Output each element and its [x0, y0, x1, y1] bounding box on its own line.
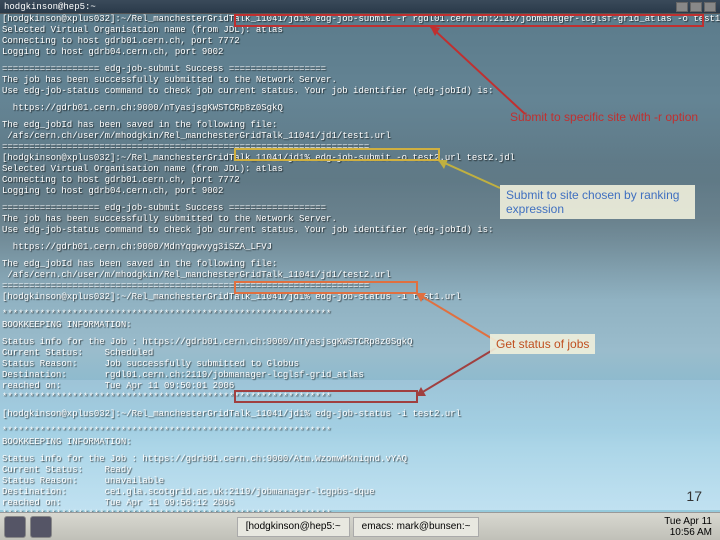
terminal-line: Status info for the Job : https://gdrb01… [0, 337, 720, 348]
desktop-taskbar: [hodgkinson@hep5:~ emacs: mark@bunsen:~ … [0, 512, 720, 540]
terminal-line: ========================================… [0, 142, 720, 153]
terminal-line: Status Reason: Job successfully submitte… [0, 359, 720, 370]
slide-number: 17 [686, 488, 702, 504]
terminal-line: [hodgkinson@xplus032]:~/Rel_manchesterGr… [0, 153, 720, 164]
terminal-line: [hodgkinson@xplus032]:~/Rel_manchesterGr… [0, 14, 720, 25]
terminal-line: /afs/cern.ch/user/m/mhodgkin/Rel_manches… [0, 131, 720, 142]
terminal-line: ****************************************… [0, 392, 720, 403]
terminal-line: The edg_jobId has been saved in the foll… [0, 259, 720, 270]
annotation-submit-specific: Submit to specific site with -r option [510, 110, 698, 124]
terminal-line: reached on: Tue Apr 11 09:56:12 2006 [0, 498, 720, 509]
terminal-line: The job has been successfully submitted … [0, 75, 720, 86]
terminal-line: BOOKKEEPING INFORMATION: [0, 320, 720, 331]
terminal-line: [hodgkinson@xplus032]:~/Rel_manchesterGr… [0, 292, 720, 303]
terminal-line: Selected Virtual Organisation name (from… [0, 164, 720, 175]
terminal-line: Status info for the Job : https://gdrb01… [0, 454, 720, 465]
app-launcher-1[interactable] [4, 516, 26, 538]
minimize-button[interactable] [676, 2, 688, 12]
taskbar-windows: [hodgkinson@hep5:~ emacs: mark@bunsen:~ [56, 517, 660, 537]
terminal-line: ****************************************… [0, 426, 720, 437]
taskbar-clock: Tue Apr 11 10:56 AM [664, 516, 716, 538]
terminal-line: Use edg-job-status command to check job … [0, 225, 720, 236]
terminal-line: /afs/cern.ch/user/m/mhodgkin/Rel_manches… [0, 270, 720, 281]
terminal-line: Status Reason: unavailable [0, 476, 720, 487]
terminal-line: Use edg-job-status command to check job … [0, 86, 720, 97]
terminal-line: reached on: Tue Apr 11 09:50:01 2006 [0, 381, 720, 392]
window-title: hodgkinson@hep5:~ [4, 2, 96, 12]
terminal-line: BOOKKEEPING INFORMATION: [0, 437, 720, 448]
clock-date: Tue Apr 11 [664, 516, 712, 527]
clock-time: 10:56 AM [664, 527, 712, 538]
terminal-line: [hodgkinson@xplus032]:~/Rel_manchesterGr… [0, 409, 720, 420]
terminal-line: https://gdrb01.cern.ch:9000/MdnYqgwvyg3i… [0, 242, 720, 253]
terminal-line: Selected Virtual Organisation name (from… [0, 25, 720, 36]
annotation-submit-ranking: Submit to site chosen by ranking express… [500, 185, 695, 219]
terminal-line: Logging to host gdrb04.cern.ch, port 900… [0, 47, 720, 58]
taskbar-window-terminal[interactable]: [hodgkinson@hep5:~ [237, 517, 350, 537]
close-button[interactable] [704, 2, 716, 12]
terminal-line: ================== edg-job-submit Succes… [0, 64, 720, 75]
window-titlebar: hodgkinson@hep5:~ [0, 0, 720, 14]
terminal-line: Current Status: Ready [0, 465, 720, 476]
terminal-line: Destination: ce1.gla.scotgrid.ac.uk:2119… [0, 487, 720, 498]
maximize-button[interactable] [690, 2, 702, 12]
terminal-line: Connecting to host gdrb01.cern.ch, port … [0, 36, 720, 47]
app-launcher-2[interactable] [30, 516, 52, 538]
terminal-line: Destination: rgdl01.cern.ch:2119/jobmana… [0, 370, 720, 381]
terminal-line: ****************************************… [0, 309, 720, 320]
taskbar-window-emacs[interactable]: emacs: mark@bunsen:~ [353, 517, 480, 537]
terminal-line: ========================================… [0, 281, 720, 292]
annotation-get-status: Get status of jobs [490, 334, 595, 354]
terminal-line: Current Status: Scheduled [0, 348, 720, 359]
